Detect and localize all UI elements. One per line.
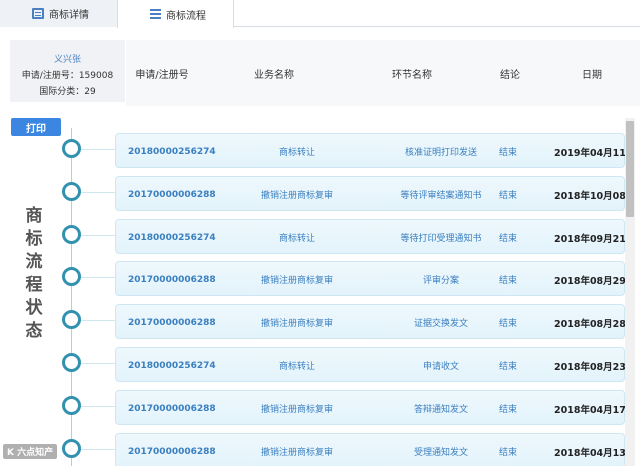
row-reg-number: 20180000256274 — [128, 360, 216, 371]
table-header: 申请/注册号 业务名称 环节名称 结论 日期 — [126, 40, 640, 106]
flow-row[interactable]: 20180000256274 商标转让 等待打印受理通知书 结束 2018年09月21日 — [115, 219, 635, 254]
row-result: 结束 — [498, 405, 517, 415]
timeline-connector — [81, 192, 115, 193]
row-reg-number: 20180000256274 — [128, 232, 216, 243]
row-reg-number: 20170000006288 — [128, 403, 216, 414]
timeline-connector — [81, 449, 115, 450]
flow-row[interactable]: 20170000006288 撤销注册商标复审 证据交换发文 结束 2018年08月28… — [115, 304, 635, 339]
timeline-node — [62, 310, 81, 329]
header-result: 结论 — [500, 70, 520, 81]
row-business-name: 商标转让 — [278, 148, 315, 158]
side-title-char: 流 — [25, 252, 43, 272]
timeline-node — [62, 182, 81, 201]
header-step-name: 环节名称 — [392, 70, 432, 81]
flow-row[interactable]: 20180000256274 商标转让 核准证明打印发送 结束 2019年04月11日 — [115, 133, 635, 168]
timeline-connector — [81, 320, 115, 321]
row-result: 结束 — [498, 234, 517, 244]
row-reg-number: 20170000006288 — [128, 317, 216, 328]
timeline-node — [62, 439, 81, 458]
row-result: 结束 — [498, 362, 517, 372]
registration-number: 申请/注册号：159008 — [21, 71, 114, 81]
watermark-logo: K 六点知产 — [3, 444, 58, 459]
scrollbar-thumb[interactable] — [626, 121, 634, 217]
row-result: 结束 — [498, 319, 517, 329]
trademark-name: 义兴张 — [53, 55, 81, 65]
row-reg-number: 20170000006288 — [128, 274, 216, 285]
tab-bar: 商标详情 商标流程 — [0, 0, 640, 28]
row-result: 结束 — [498, 191, 517, 201]
header-business-name: 业务名称 — [254, 70, 294, 81]
row-date: 2018年04月17日 — [554, 404, 636, 416]
international-class: 国际分类：29 — [39, 87, 96, 97]
row-business-name: 撤销注册商标复审 — [260, 276, 333, 286]
row-business-name: 撤销注册商标复审 — [260, 191, 333, 201]
side-title-char: 态 — [25, 321, 43, 341]
row-business-name: 撤销注册商标复审 — [260, 319, 333, 329]
tab-label: 商标详情 — [49, 10, 89, 21]
row-result: 结束 — [498, 448, 517, 458]
flow-row[interactable]: 20170000006288 撤销注册商标复审 等待评审结案通知书 结束 2018年10… — [115, 176, 635, 211]
tab-trademark-flow[interactable]: 商标流程 — [117, 0, 234, 28]
row-date: 2019年04月11日 — [554, 147, 636, 159]
side-title-char: 商 — [25, 206, 43, 226]
tab-label: 商标流程 — [166, 10, 206, 22]
side-title: 商 标 流 程 状 态 — [22, 205, 46, 343]
row-reg-number: 20170000006288 — [128, 446, 216, 457]
flow-row[interactable]: 20170000006288 撤销注册商标复审 受理通知发文 结束 2018年04月13… — [115, 433, 635, 466]
header-date: 日期 — [582, 70, 602, 81]
row-result: 结束 — [498, 276, 517, 286]
timeline-node — [62, 139, 81, 158]
row-business-name: 撤销注册商标复审 — [260, 405, 333, 415]
table-list-icon — [150, 9, 161, 19]
side-title-char: 状 — [25, 298, 43, 318]
row-result: 结束 — [498, 148, 517, 158]
timeline-node — [62, 353, 81, 372]
row-business-name: 商标转让 — [278, 362, 315, 372]
tab-trademark-details[interactable]: 商标详情 — [0, 0, 117, 27]
row-date: 2018年08月28日 — [554, 318, 636, 330]
side-title-char: 标 — [25, 229, 43, 249]
flow-row[interactable]: 20170000006288 撤销注册商标复审 评审分案 结束 2018年08月29日 — [115, 261, 635, 296]
row-business-name: 撤销注册商标复审 — [260, 448, 333, 458]
flow-row[interactable]: 20180000256274 商标转让 申请收文 结束 2018年08月23日 — [115, 347, 635, 382]
row-reg-number: 20180000256274 — [128, 146, 216, 157]
timeline-line — [71, 128, 72, 466]
trademark-info-box: 义兴张 申请/注册号：159008 国际分类：29 — [10, 40, 125, 102]
timeline-node — [62, 396, 81, 415]
header-reg-number: 申请/注册号 — [135, 70, 189, 81]
row-reg-number: 20170000006288 — [128, 189, 216, 200]
timeline-connector — [81, 149, 115, 150]
row-date: 2018年04月13日 — [554, 447, 636, 459]
row-date: 2018年08月29日 — [554, 275, 636, 287]
row-business-name: 商标转让 — [278, 234, 315, 244]
timeline-node — [62, 267, 81, 286]
timeline-connector — [81, 277, 115, 278]
print-button[interactable]: 打印 — [11, 118, 61, 136]
row-date: 2018年10月08日 — [554, 190, 636, 202]
timeline-connector — [81, 406, 115, 407]
document-list-icon — [32, 8, 44, 19]
timeline-node — [62, 225, 81, 244]
row-date: 2018年09月21日 — [554, 233, 636, 245]
flow-row[interactable]: 20170000006288 撤销注册商标复审 答辩通知发文 结束 2018年04月17… — [115, 390, 635, 425]
side-title-char: 程 — [25, 275, 43, 295]
timeline-connector — [81, 363, 115, 364]
row-date: 2018年08月23日 — [554, 361, 636, 373]
timeline-connector — [81, 235, 115, 236]
